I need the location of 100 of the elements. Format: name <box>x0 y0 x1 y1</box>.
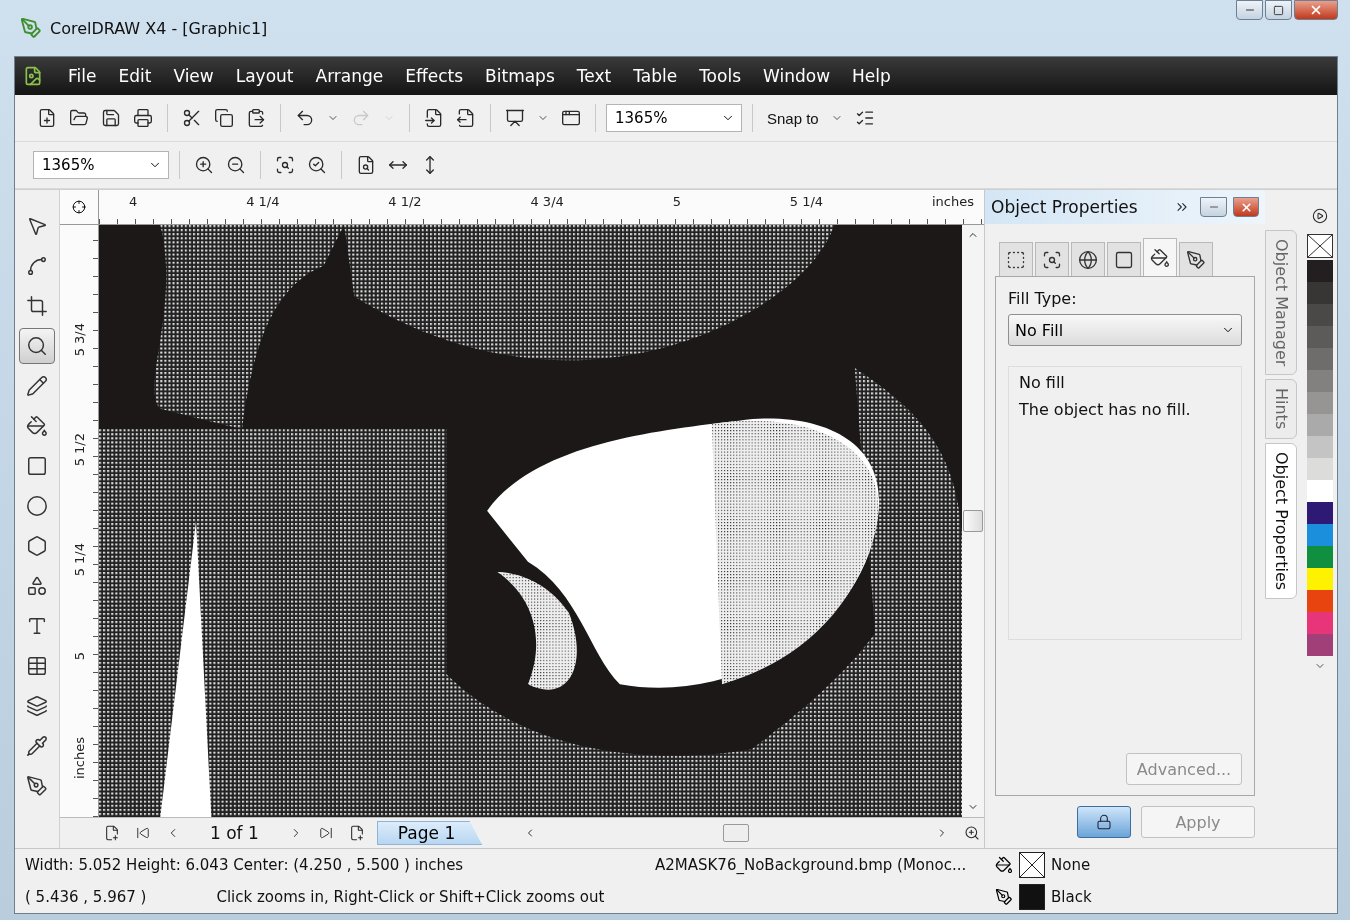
property-tab[interactable] <box>1143 238 1177 276</box>
hexagon-icon <box>26 535 48 557</box>
object-dimensions: Width: 5.052 Height: 6.043 Center: (4.250 , 5.500 ) inches <box>25 856 465 874</box>
menu-item[interactable]: Bitmaps <box>474 66 566 86</box>
maximize-button[interactable] <box>1265 0 1292 20</box>
add-page-icon <box>104 825 120 841</box>
bucket-icon <box>995 856 1013 874</box>
circle-icon <box>26 495 48 517</box>
zoom-in-icon <box>194 155 214 175</box>
outline-status: Black <box>1051 888 1092 906</box>
property-tab[interactable] <box>1071 242 1105 276</box>
globe-icon <box>1078 249 1098 270</box>
bucket-icon <box>26 415 48 437</box>
property-tab[interactable] <box>1179 242 1213 276</box>
last-icon <box>318 826 333 840</box>
import-icon <box>424 108 444 128</box>
menu-item[interactable]: Effects <box>394 66 475 86</box>
layers-icon <box>26 695 48 717</box>
ruler-label: 5 1/4 <box>71 542 87 576</box>
color-swatch[interactable] <box>1307 436 1333 458</box>
menu-item[interactable]: Tools <box>688 66 752 86</box>
maximize-icon <box>1273 4 1284 16</box>
padlock-icon <box>1096 814 1112 830</box>
window-icon <box>561 108 581 128</box>
color-swatch[interactable] <box>1307 326 1333 348</box>
ruler-label: 4 <box>129 194 138 209</box>
page-tab[interactable]: Page 1 <box>376 821 483 845</box>
minimize-button[interactable] <box>1200 197 1227 217</box>
no-color-swatch[interactable] <box>1307 234 1333 258</box>
ruler-unit: inches <box>931 194 974 209</box>
eyedropper-icon <box>26 735 48 757</box>
color-swatch[interactable] <box>1307 458 1333 480</box>
app-logo-icon <box>20 17 42 39</box>
paste-icon <box>246 108 266 128</box>
color-swatch[interactable] <box>1307 260 1333 282</box>
menu-item[interactable]: View <box>162 66 225 86</box>
color-swatch[interactable] <box>1307 590 1333 612</box>
vertical-scrollbar[interactable] <box>962 225 984 817</box>
property-tab[interactable] <box>999 242 1033 276</box>
tool-button[interactable] <box>19 328 55 364</box>
magnifier-frame-icon <box>1042 249 1062 270</box>
table-icon <box>26 655 48 677</box>
type-icon <box>26 615 48 637</box>
close-icon <box>1309 3 1323 17</box>
status-hint: Click zooms in, Right-Click or Shift+Click zooms out <box>216 888 605 906</box>
color-swatch[interactable] <box>1307 370 1333 392</box>
menu-item[interactable]: Edit <box>107 66 163 86</box>
property-tab[interactable] <box>1107 242 1141 276</box>
menu-item[interactable]: Window <box>752 66 842 86</box>
menu-item[interactable]: Table <box>622 66 689 86</box>
color-swatch[interactable] <box>1307 304 1333 326</box>
color-swatch[interactable] <box>1307 282 1333 304</box>
square-icon <box>26 455 48 477</box>
color-swatch[interactable] <box>1307 524 1333 546</box>
ruler-label: 4 3/4 <box>530 194 564 209</box>
presentation-icon <box>505 108 525 128</box>
page-count: 1 of 1 <box>210 823 259 843</box>
docker-side-tab[interactable]: Object Manager <box>1265 230 1297 376</box>
menu-item[interactable]: Arrange <box>304 66 395 86</box>
color-swatch[interactable] <box>1307 392 1333 414</box>
copy-icon <box>214 108 234 128</box>
color-swatch[interactable] <box>1307 348 1333 370</box>
color-swatch[interactable] <box>1307 546 1333 568</box>
square-icon <box>1114 249 1134 270</box>
color-swatch[interactable] <box>1307 480 1333 502</box>
bucket-icon <box>1150 247 1170 268</box>
docker-title: Object Properties <box>991 197 1139 217</box>
close-button[interactable] <box>1294 0 1338 20</box>
zoom-level-dropdown[interactable]: 1365% <box>606 104 742 132</box>
docker-side-tab[interactable]: Object Properties <box>1265 442 1297 599</box>
magnifier-icon <box>964 825 980 841</box>
docker-side-tab[interactable]: Hints <box>1265 379 1297 439</box>
undo-icon <box>295 108 315 128</box>
color-swatch[interactable] <box>1307 568 1333 590</box>
first-icon <box>136 826 150 840</box>
origin-icon <box>72 200 86 214</box>
fill-description: The object has no fill. <box>1019 400 1192 419</box>
snap-to-button[interactable]: Snap to <box>763 105 823 131</box>
close-button[interactable] <box>1233 197 1259 217</box>
new-file-icon <box>37 108 57 128</box>
play-icon <box>1312 208 1328 224</box>
menu-item[interactable]: Text <box>565 66 623 86</box>
color-swatch[interactable] <box>1307 502 1333 524</box>
property-tab[interactable] <box>1035 242 1069 276</box>
menu-item[interactable]: Layout <box>224 66 305 86</box>
fill-type-dropdown[interactable]: No Fill <box>1008 314 1242 346</box>
color-swatch[interactable] <box>1307 612 1333 634</box>
color-swatch[interactable] <box>1307 634 1333 656</box>
color-swatch[interactable] <box>1307 414 1333 436</box>
save-icon <box>101 108 121 128</box>
scroll-thumb[interactable] <box>723 824 750 842</box>
scroll-thumb[interactable] <box>963 510 983 532</box>
minimize-button[interactable] <box>1236 0 1263 20</box>
menu-item[interactable]: File <box>57 66 108 86</box>
zoom-all-icon <box>307 155 327 175</box>
lock-button[interactable] <box>1077 806 1131 838</box>
zoom-level-dropdown[interactable]: 1365% <box>33 151 169 179</box>
cursor-position: ( 5.436 , 5.967 ) <box>25 888 147 906</box>
file-info: A2MASK76_NoBackground.bmp (Monoc... <box>655 856 968 874</box>
menu-item[interactable]: Help <box>841 66 902 86</box>
